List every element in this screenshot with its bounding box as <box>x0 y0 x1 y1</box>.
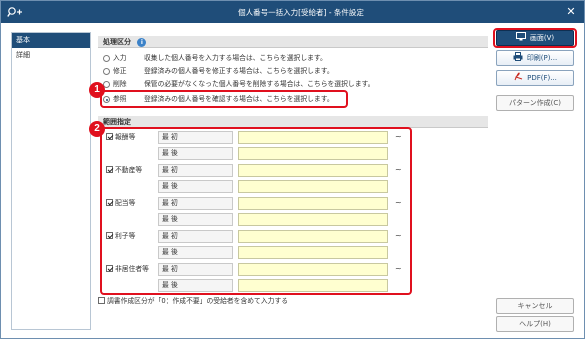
pdf-icon <box>514 72 523 81</box>
category-checkbox-remuneration[interactable]: 報酬等 <box>106 132 135 143</box>
checkbox-interest[interactable] <box>106 232 113 239</box>
left-navigation: 基本 詳細 <box>11 32 91 330</box>
first-label-dividend: 最 初 <box>158 197 233 210</box>
last-input-interest[interactable] <box>238 246 388 259</box>
pdf-button[interactable]: PDF(F)... <box>496 70 574 86</box>
first-label-realestate: 最 初 <box>158 164 233 177</box>
title-bar: 個人番号一括入力[受給者] - 条件設定 ✕ <box>1 1 584 23</box>
category-checkbox-interest[interactable]: 利子等 <box>106 231 135 242</box>
include-nonrequired-option[interactable]: 調書作成区分が「0：作成不要」の受給者を含めて入力する <box>98 296 288 307</box>
first-input-remuneration[interactable] <box>238 131 388 144</box>
first-input-interest[interactable] <box>238 230 388 243</box>
print-button[interactable]: 印刷(P)... <box>496 50 574 66</box>
radio-option-input[interactable]: 入力 収集した個人番号を入力する場合は、こちらを選択します。 <box>103 53 483 64</box>
radio-option-delete[interactable]: 削除 保管の必要がなくなった個人番号を削除する場合は、こちらを選択します。 <box>103 79 483 90</box>
main-panel: 処理区分 i 入力 収集した個人番号を入力する場合は、こちらを選択します。 修正… <box>89 32 488 332</box>
radio-label-delete: 削除 <box>113 80 127 88</box>
radio-option-modify[interactable]: 修正 登録済みの個人番号を修正する場合は、こちらを選択します。 <box>103 66 483 77</box>
range-heading: 範囲指定 <box>103 118 131 126</box>
screen-button-label: 画面(V) <box>529 34 555 42</box>
cancel-button-label: キャンセル <box>517 302 553 310</box>
tilde-realestate: ~ <box>395 165 402 174</box>
category-checkbox-realestate[interactable]: 不動産等 <box>106 165 142 176</box>
first-label-interest: 最 初 <box>158 230 233 243</box>
last-input-remuneration[interactable] <box>238 147 388 160</box>
help-button-label: ヘルプ(H) <box>519 320 551 328</box>
category-label-remuneration: 報酬等 <box>115 133 136 141</box>
screen-button[interactable]: 画面(V) <box>496 30 574 46</box>
window-title: 個人番号一括入力[受給者] - 条件設定 <box>238 8 364 17</box>
last-label-nonresident: 最 後 <box>158 279 233 292</box>
radio-label-input: 入力 <box>113 54 127 62</box>
last-label-dividend: 最 後 <box>158 213 233 226</box>
last-input-realestate[interactable] <box>238 180 388 193</box>
radio-desc-delete: 保管の必要がなくなった個人番号を削除する場合は、こちらを選択します。 <box>144 80 375 88</box>
checkbox-realestate[interactable] <box>106 166 113 173</box>
radio-desc-modify: 登録済みの個人番号を修正する場合は、こちらを選択します。 <box>144 67 334 75</box>
annotation-box-1 <box>100 90 348 108</box>
tilde-interest: ~ <box>395 231 402 240</box>
radio-desc-input: 収集した個人番号を入力する場合は、こちらを選択します。 <box>144 54 327 62</box>
monitor-icon <box>515 32 526 41</box>
category-checkbox-nonresident[interactable]: 非居住者等 <box>106 264 149 275</box>
last-label-remuneration: 最 後 <box>158 147 233 160</box>
processing-section-header: 処理区分 i <box>98 36 488 48</box>
last-input-dividend[interactable] <box>238 213 388 226</box>
pattern-create-button-label: パターン作成(C) <box>509 99 561 107</box>
nav-item-basic[interactable]: 基本 <box>12 33 90 48</box>
first-input-dividend[interactable] <box>238 197 388 210</box>
cancel-button[interactable]: キャンセル <box>496 298 574 314</box>
radio-input[interactable] <box>103 55 110 62</box>
checkbox-nonresident[interactable] <box>106 265 113 272</box>
nav-item-detail[interactable]: 詳細 <box>12 48 90 63</box>
annotation-marker-2: 2 <box>89 121 105 137</box>
category-label-dividend: 配当等 <box>115 199 136 207</box>
checkbox-remuneration[interactable] <box>106 133 113 140</box>
dialog-window: 個人番号一括入力[受給者] - 条件設定 ✕ 基本 詳細 処理区分 i 入力 収… <box>0 0 585 339</box>
close-icon[interactable]: ✕ <box>564 5 578 19</box>
action-bar: 画面(V) 印刷(P)... PDF(F)... パターン作成(C) キャンセル… <box>493 28 577 332</box>
category-label-nonresident: 非居住者等 <box>115 265 149 273</box>
last-label-realestate: 最 後 <box>158 180 233 193</box>
info-icon[interactable]: i <box>137 38 147 47</box>
include-nonrequired-label: 調書作成区分が「0：作成不要」の受給者を含めて入力する <box>107 297 289 305</box>
search-person-icon <box>7 7 22 17</box>
category-label-realestate: 不動産等 <box>115 166 143 174</box>
category-label-interest: 利子等 <box>115 232 136 240</box>
first-label-nonresident: 最 初 <box>158 263 233 276</box>
annotation-marker-1: 1 <box>89 82 105 98</box>
radio-modify[interactable] <box>103 68 110 75</box>
printer-icon <box>513 52 523 61</box>
checkbox-dividend[interactable] <box>106 199 113 206</box>
help-button[interactable]: ヘルプ(H) <box>496 316 574 332</box>
print-button-label: 印刷(P)... <box>526 54 558 62</box>
first-input-nonresident[interactable] <box>238 263 388 276</box>
pdf-button-label: PDF(F)... <box>527 74 557 82</box>
category-checkbox-dividend[interactable]: 配当等 <box>106 198 135 209</box>
radio-label-modify: 修正 <box>113 67 127 75</box>
processing-heading: 処理区分 <box>103 38 131 46</box>
include-nonrequired-checkbox[interactable] <box>98 297 105 304</box>
first-label-remuneration: 最 初 <box>158 131 233 144</box>
tilde-dividend: ~ <box>395 198 402 207</box>
tilde-remuneration: ~ <box>395 132 402 141</box>
first-input-realestate[interactable] <box>238 164 388 177</box>
tilde-nonresident: ~ <box>395 264 402 273</box>
pattern-create-button[interactable]: パターン作成(C) <box>496 95 574 111</box>
last-label-interest: 最 後 <box>158 246 233 259</box>
last-input-nonresident[interactable] <box>238 279 388 292</box>
